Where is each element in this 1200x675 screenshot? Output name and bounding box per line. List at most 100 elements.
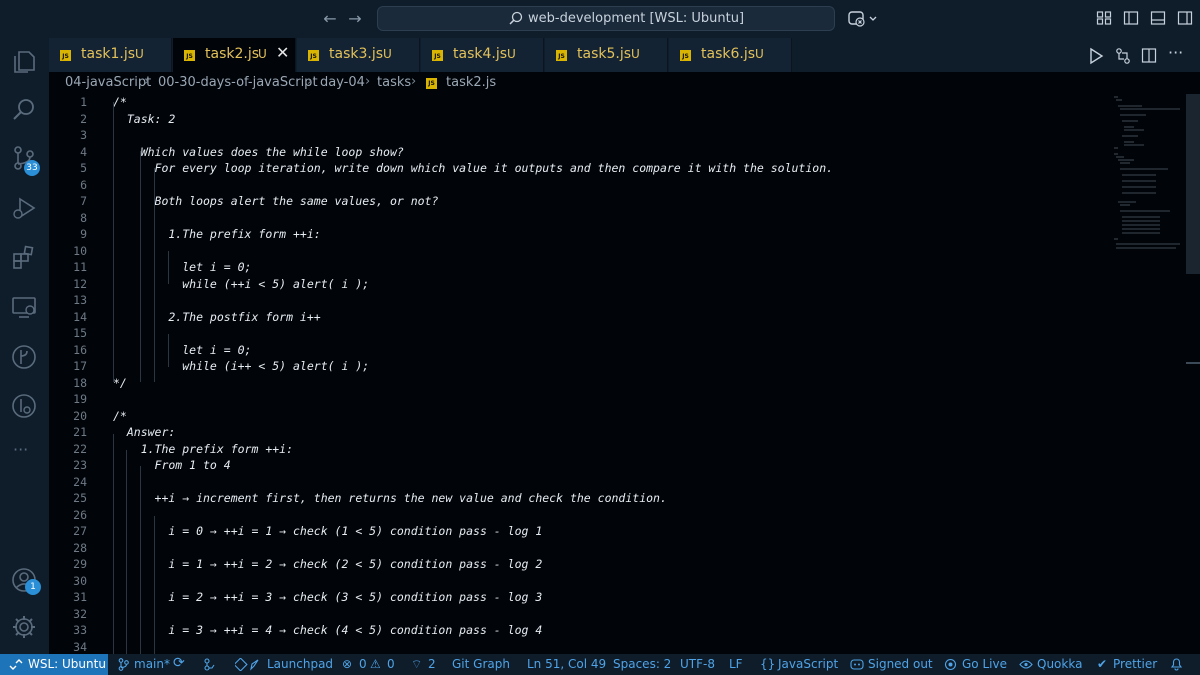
encoding[interactable]: UTF-8 (680, 657, 715, 671)
code-line[interactable]: From 1 to 4 (113, 458, 231, 472)
untracked-indicator: U (507, 47, 516, 61)
more-actions-icon[interactable]: ··· (1168, 43, 1183, 62)
compare-changes-icon[interactable] (1115, 47, 1131, 65)
line-number: 33 (73, 623, 87, 637)
breadcrumb-item[interactable]: task2.js (446, 75, 496, 90)
code-line[interactable]: Task: 2 (113, 112, 175, 126)
git-branch[interactable]: main* (134, 657, 170, 671)
untracked-indicator: U (135, 47, 144, 61)
live-share-icon[interactable] (203, 658, 217, 671)
code-line[interactable]: ++i → increment first, then returns the … (113, 491, 667, 505)
code-line[interactable]: */ (113, 376, 127, 390)
forward-arrow-icon[interactable]: → (345, 9, 365, 29)
line-number: 7 (80, 194, 87, 208)
breadcrumb-item[interactable]: day-04 (320, 75, 365, 90)
code-line[interactable]: let i = 0; (113, 343, 251, 357)
warning-count[interactable]: 0 (387, 657, 395, 671)
prettier-button[interactable]: Prettier (1113, 657, 1157, 671)
tab-task1[interactable]: JS task1.js U (49, 38, 172, 72)
split-editor-icon[interactable] (1141, 47, 1157, 65)
scrollbar-thumb[interactable] (1186, 94, 1200, 274)
command-center[interactable]: web-development [WSL: Ubuntu] (377, 6, 835, 31)
toggle-secondary-sidebar-icon[interactable] (1177, 10, 1193, 26)
search-icon[interactable] (10, 96, 38, 124)
sync-icon[interactable]: ⟳ (173, 655, 185, 671)
javascript-file-icon: JS (426, 78, 437, 89)
code-line[interactable]: Answer: (113, 425, 175, 439)
tab-task5[interactable]: JS task5.js U (545, 38, 668, 72)
launchpad-label[interactable]: Launchpad (267, 657, 333, 671)
remote-explorer-icon[interactable] (10, 293, 38, 321)
indent-guide (126, 450, 127, 654)
code-line[interactable]: i = 0 → ++i = 1 → check (1 < 5) conditio… (113, 524, 542, 538)
code-line[interactable]: For every loop iteration, write down whi… (113, 161, 834, 175)
code-line[interactable]: i = 1 → ++i = 2 → check (2 < 5) conditio… (113, 557, 542, 571)
cursor-position[interactable]: Ln 51, Col 49 (527, 657, 606, 671)
signed-out-status[interactable]: Signed out (868, 657, 933, 671)
ports-icon[interactable]: ⌔ (411, 657, 422, 672)
indentation[interactable]: Spaces: 2 (613, 657, 671, 671)
line-number: 3 (80, 128, 87, 142)
code-line[interactable]: 1.The prefix form ++i: (113, 227, 320, 241)
remote-indicator[interactable]: WSL: Ubuntu (0, 654, 108, 675)
line-number: 18 (73, 375, 87, 390)
git-graph-button[interactable]: Git Graph (452, 657, 510, 671)
breadcrumb-item[interactable]: 00-30-days-of-javaScript (158, 75, 318, 90)
settings-gear-icon[interactable] (10, 613, 38, 641)
code-line[interactable]: while (++i < 5) alert( i ); (113, 277, 369, 291)
run-debug-icon[interactable] (10, 194, 38, 222)
warning-icon[interactable]: ⚠ (370, 657, 381, 671)
line-number: 4 (80, 144, 87, 159)
more-views-icon[interactable]: ··· (13, 440, 28, 459)
tab-task2[interactable]: JS task2.js U ✕ (173, 38, 296, 72)
line-number: 21 (73, 425, 87, 439)
code-line[interactable]: 1.The prefix form ++i: (113, 442, 293, 456)
chevron-right-icon: › (365, 74, 371, 89)
code-line[interactable]: /* (113, 95, 127, 109)
code-line[interactable]: while (i++ < 5) alert( i ); (113, 359, 369, 373)
tab-task4[interactable]: JS task4.js U (421, 38, 544, 72)
untracked-indicator: U (258, 47, 267, 61)
git-graph-icon[interactable] (10, 343, 38, 371)
copilot-icon[interactable] (848, 10, 882, 28)
customize-layout-icon[interactable] (1096, 10, 1112, 26)
go-live-button[interactable]: Go Live (962, 657, 1007, 671)
notifications-bell-icon[interactable] (1170, 657, 1183, 671)
breadcrumb-item[interactable]: tasks (377, 75, 411, 90)
line-number: 30 (73, 573, 87, 588)
line-number: 11 (73, 260, 87, 274)
explorer-icon[interactable] (10, 48, 38, 76)
error-count[interactable]: 0 (359, 657, 367, 671)
untracked-indicator: U (755, 47, 764, 61)
code-line[interactable]: i = 3 → ++i = 4 → check (4 < 5) conditio… (113, 623, 542, 637)
code-line[interactable]: /* (113, 409, 127, 423)
line-ending[interactable]: LF (729, 657, 743, 671)
toggle-panel-icon[interactable] (1150, 10, 1166, 26)
code-editor[interactable]: 1 2 3 4 5 6 7 8 9 10 11 12 13 14 15 16 17 18 19 20 21 22 23 24 2… (49, 94, 1200, 654)
language-mode[interactable]: JavaScript (778, 657, 838, 671)
code-line[interactable]: i = 2 → ++i = 3 → check (3 < 5) conditio… (113, 590, 542, 604)
javascript-file-icon: JS (556, 50, 567, 61)
line-number: 23 (73, 458, 87, 472)
quokka-button[interactable]: Quokka (1037, 657, 1082, 671)
error-icon[interactable]: ⊗ (342, 657, 352, 671)
ports-count[interactable]: 2 (428, 657, 436, 671)
toggle-sidebar-icon[interactable] (1123, 10, 1139, 26)
code-line[interactable]: Both loops alert the same values, or not… (113, 194, 439, 208)
launchpad-icon (235, 658, 259, 671)
code-line[interactable]: let i = 0; (113, 260, 251, 274)
live-share-icon[interactable] (10, 392, 38, 420)
extensions-icon[interactable] (10, 244, 38, 272)
close-icon[interactable]: ✕ (276, 43, 289, 62)
back-arrow-icon[interactable]: ← (320, 9, 340, 29)
minimap[interactable] (1110, 94, 1186, 254)
tab-task3[interactable]: JS task3.js U (297, 38, 420, 72)
breadcrumb-item[interactable]: 04-javaScript (65, 75, 151, 90)
code-line[interactable]: 2.The postfix form i++ (113, 310, 320, 324)
run-file-icon[interactable] (1088, 47, 1104, 65)
line-number: 10 (73, 243, 87, 258)
tab-label: task1.js (81, 46, 136, 62)
tab-task6[interactable]: JS task6.js U (669, 38, 792, 72)
javascript-file-icon: JS (184, 50, 195, 61)
code-line[interactable]: Which values does the while loop show? (113, 145, 404, 159)
